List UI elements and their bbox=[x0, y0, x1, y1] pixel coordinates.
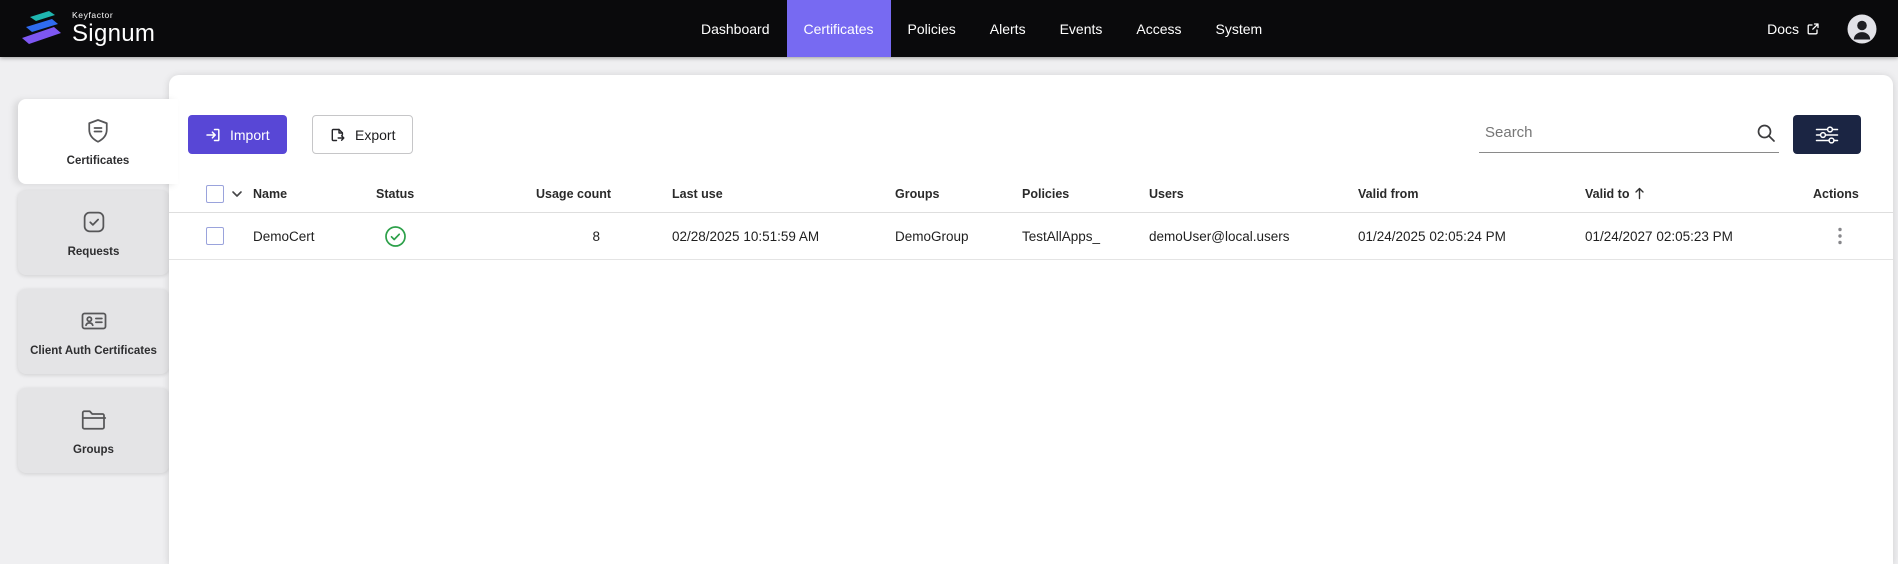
brand-top-text: Keyfactor bbox=[72, 11, 155, 20]
brand-name-text: Signum bbox=[72, 22, 155, 46]
row-checkbox[interactable] bbox=[206, 227, 224, 245]
cell-actions bbox=[1813, 224, 1893, 248]
sidebar-item-client-auth-certificates[interactable]: Client Auth Certificates bbox=[18, 289, 169, 374]
cell-valid-to: 01/24/2027 02:05:23 PM bbox=[1585, 229, 1813, 244]
row-select-cell bbox=[169, 227, 253, 245]
sidebar-item-label: Certificates bbox=[67, 155, 130, 167]
cell-last-use: 02/28/2025 10:51:59 AM bbox=[672, 229, 895, 244]
cell-groups: DemoGroup bbox=[895, 229, 1022, 244]
certificate-shield-icon bbox=[83, 116, 113, 146]
column-header-usage-count[interactable]: Usage count bbox=[536, 187, 672, 201]
cell-policies: TestAllApps_ bbox=[1022, 229, 1149, 244]
chevron-down-icon bbox=[229, 186, 245, 202]
status-valid-icon bbox=[384, 225, 407, 248]
column-header-valid-to[interactable]: Valid to bbox=[1585, 187, 1813, 201]
docs-link-label: Docs bbox=[1767, 21, 1799, 37]
nav-item-dashboard[interactable]: Dashboard bbox=[684, 0, 787, 57]
export-button[interactable]: Export bbox=[312, 115, 413, 154]
sidebar-item-certificates[interactable]: Certificates bbox=[18, 99, 178, 184]
export-button-label: Export bbox=[355, 127, 395, 143]
table-row[interactable]: DemoCert 8 02/28/2025 10:51:59 AM DemoGr… bbox=[169, 213, 1893, 260]
nav-item-access[interactable]: Access bbox=[1119, 0, 1198, 57]
cell-name: DemoCert bbox=[253, 229, 376, 244]
export-icon bbox=[330, 127, 346, 143]
id-card-icon bbox=[79, 306, 109, 336]
row-actions-menu-button[interactable] bbox=[1829, 224, 1851, 248]
nav-item-events[interactable]: Events bbox=[1043, 0, 1120, 57]
cell-users: demoUser@local.users bbox=[1149, 229, 1358, 244]
column-header-actions: Actions bbox=[1813, 187, 1893, 201]
nav-item-certificates[interactable]: Certificates bbox=[787, 0, 891, 57]
search-button[interactable] bbox=[1755, 122, 1779, 150]
certificates-panel: Import Export bbox=[169, 75, 1893, 564]
column-header-policies[interactable]: Policies bbox=[1022, 187, 1149, 201]
sidebar-item-groups[interactable]: Groups bbox=[18, 388, 169, 473]
column-header-valid-from[interactable]: Valid from bbox=[1358, 187, 1585, 201]
keyfactor-logo-icon bbox=[16, 8, 62, 50]
column-header-users[interactable]: Users bbox=[1149, 187, 1358, 201]
table-header-row: Name Status Usage count Last use Groups … bbox=[169, 175, 1893, 213]
sidebar-item-label: Requests bbox=[68, 246, 120, 258]
sidebar-item-requests[interactable]: Requests bbox=[18, 190, 169, 275]
select-all-chevron[interactable] bbox=[229, 186, 245, 202]
external-link-icon bbox=[1806, 22, 1820, 36]
import-button-label: Import bbox=[230, 127, 270, 143]
column-header-groups[interactable]: Groups bbox=[895, 187, 1022, 201]
certificates-table: Name Status Usage count Last use Groups … bbox=[169, 175, 1893, 260]
valid-to-label: Valid to bbox=[1585, 187, 1629, 201]
brand-logo[interactable]: Keyfactor Signum bbox=[0, 8, 155, 50]
user-avatar-icon[interactable] bbox=[1846, 13, 1878, 45]
import-icon bbox=[205, 127, 221, 143]
column-header-status[interactable]: Status bbox=[376, 187, 536, 201]
main-nav: Dashboard Certificates Policies Alerts E… bbox=[684, 0, 1279, 57]
column-header-name[interactable]: Name bbox=[253, 187, 376, 201]
sidebar-item-label: Groups bbox=[73, 444, 114, 456]
select-all-checkbox[interactable] bbox=[206, 185, 224, 203]
cell-valid-from: 01/24/2025 02:05:24 PM bbox=[1358, 229, 1585, 244]
top-navbar: Keyfactor Signum Dashboard Certificates … bbox=[0, 0, 1898, 57]
sidebar-item-label: Client Auth Certificates bbox=[30, 345, 157, 357]
search-icon bbox=[1755, 122, 1777, 144]
search-input[interactable] bbox=[1479, 124, 1755, 149]
column-header-last-use[interactable]: Last use bbox=[672, 187, 895, 201]
request-check-icon bbox=[79, 207, 109, 237]
nav-item-alerts[interactable]: Alerts bbox=[973, 0, 1043, 57]
cell-usage-count: 8 bbox=[536, 229, 672, 244]
cell-status bbox=[376, 225, 536, 248]
import-button[interactable]: Import bbox=[188, 115, 287, 154]
vertical-dots-icon bbox=[1838, 227, 1842, 245]
nav-item-system[interactable]: System bbox=[1199, 0, 1280, 57]
sort-ascending-icon bbox=[1634, 187, 1645, 200]
search-field bbox=[1479, 120, 1779, 153]
folder-icon bbox=[79, 405, 109, 435]
filter-sliders-icon bbox=[1815, 126, 1839, 144]
filter-button[interactable] bbox=[1793, 115, 1861, 154]
header-select-cell bbox=[169, 185, 253, 203]
docs-link[interactable]: Docs bbox=[1767, 21, 1820, 37]
nav-item-policies[interactable]: Policies bbox=[891, 0, 973, 57]
